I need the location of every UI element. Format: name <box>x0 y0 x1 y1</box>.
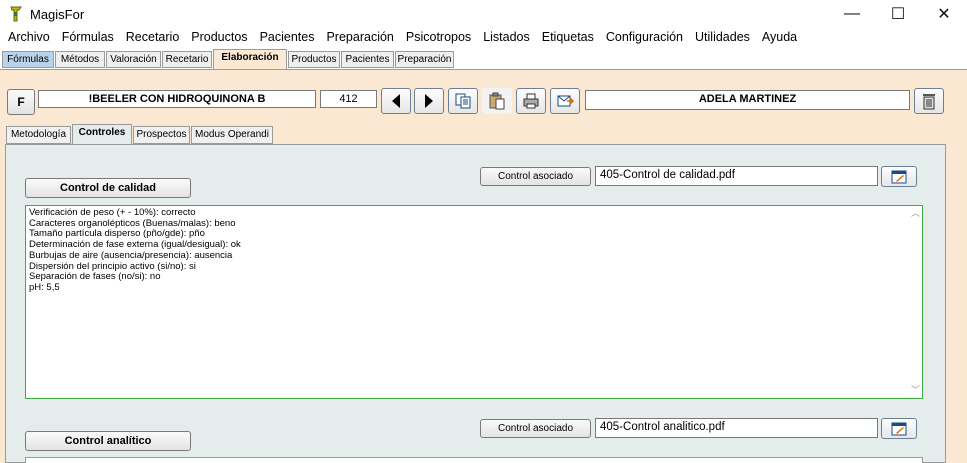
edit-icon <box>891 422 907 435</box>
tab-preparacion[interactable]: Preparación <box>395 51 454 68</box>
arrow-left-icon <box>392 94 400 108</box>
title-bar: MagisFor — ☐ ✕ <box>0 0 967 28</box>
menu-configuracion[interactable]: Configuración <box>600 28 689 48</box>
associated-file-field[interactable]: 405-Control de calidad.pdf <box>595 166 878 186</box>
associated-control-button-2[interactable]: Control asociado <box>480 419 591 438</box>
quality-control-textarea[interactable]: Verificación de peso (+ - 10%): correcto… <box>25 205 923 399</box>
menu-productos[interactable]: Productos <box>185 28 253 48</box>
menu-pacientes[interactable]: Pacientes <box>254 28 321 48</box>
edit-icon <box>891 170 907 183</box>
delete-button[interactable] <box>914 88 944 114</box>
tab-elaboracion[interactable]: Elaboración <box>213 49 287 69</box>
main-tab-bar: Fórmulas Métodos Valoración Recetario El… <box>0 48 967 69</box>
printer-icon <box>523 93 539 109</box>
tab-pacientes[interactable]: Pacientes <box>341 51 394 68</box>
menu-bar: Archivo Fórmulas Recetario Productos Pac… <box>0 28 967 48</box>
send-button[interactable] <box>550 88 580 114</box>
quality-line: Dispersión del principio activo (si/no):… <box>29 260 196 272</box>
maximize-button[interactable]: ☐ <box>875 0 921 28</box>
print-button[interactable] <box>516 88 546 114</box>
analytic-control-button[interactable]: Control analítico <box>25 431 191 451</box>
menu-psicotropos[interactable]: Psicotropos <box>400 28 477 48</box>
tab-recetario[interactable]: Recetario <box>162 51 212 68</box>
formula-number-field[interactable]: 412 <box>320 90 377 108</box>
subtab-metodologia[interactable]: Metodología <box>6 126 71 144</box>
formula-name-field[interactable]: !BEELER CON HIDROQUINONA B <box>38 90 316 108</box>
patient-name-field[interactable]: ADELA MARTINEZ <box>585 90 910 110</box>
arrow-right-icon <box>425 94 433 108</box>
paste-button[interactable] <box>482 88 512 114</box>
copy-button[interactable] <box>448 88 478 114</box>
window-title: MagisFor <box>30 7 85 22</box>
next-button[interactable] <box>414 88 444 114</box>
menu-archivo[interactable]: Archivo <box>2 28 56 48</box>
menu-etiquetas[interactable]: Etiquetas <box>536 28 600 48</box>
associated-file-field-2[interactable]: 405-Control analitico.pdf <box>595 418 878 438</box>
quality-control-button[interactable]: Control de calidad <box>25 178 191 198</box>
formula-f-button[interactable]: F <box>7 89 35 115</box>
tab-valoracion[interactable]: Valoración <box>106 51 161 68</box>
tab-formulas[interactable]: Fórmulas <box>2 51 54 68</box>
subtab-modus-operandi[interactable]: Modus Operandi <box>191 126 273 144</box>
edit-associated-file-button-2[interactable] <box>881 418 917 439</box>
associated-control-button[interactable]: Control asociado <box>480 167 591 186</box>
quality-line: Separación de fases (no/si): no <box>29 271 161 283</box>
quality-line: Burbujas de aire (ausencia/presencia): a… <box>29 249 233 261</box>
quality-line: pH: 5,5 <box>29 281 60 293</box>
menu-formulas[interactable]: Fórmulas <box>56 28 120 48</box>
scroll-up-icon[interactable]: ︿ <box>911 208 920 219</box>
menu-recetario[interactable]: Recetario <box>120 28 186 48</box>
edit-associated-file-button[interactable] <box>881 166 917 187</box>
close-button[interactable]: ✕ <box>921 0 967 28</box>
subtab-controles[interactable]: Controles <box>72 124 132 145</box>
tab-productos[interactable]: Productos <box>288 51 340 68</box>
tab-metodos[interactable]: Métodos <box>55 51 105 68</box>
scroll-down-icon[interactable]: ﹀ <box>911 385 920 396</box>
menu-ayuda[interactable]: Ayuda <box>756 28 803 48</box>
minimize-button[interactable]: — <box>829 0 875 28</box>
menu-listados[interactable]: Listados <box>477 28 536 48</box>
menu-utilidades[interactable]: Utilidades <box>689 28 756 48</box>
trash-icon <box>923 94 935 110</box>
previous-button[interactable] <box>381 88 411 114</box>
copy-icon <box>455 93 471 109</box>
app-logo-icon <box>10 6 22 22</box>
paste-icon <box>489 92 505 110</box>
analytic-control-textarea[interactable] <box>25 457 923 463</box>
subtab-prospectos[interactable]: Prospectos <box>133 126 190 144</box>
menu-preparacion[interactable]: Preparación <box>320 28 399 48</box>
email-send-icon <box>557 95 574 107</box>
